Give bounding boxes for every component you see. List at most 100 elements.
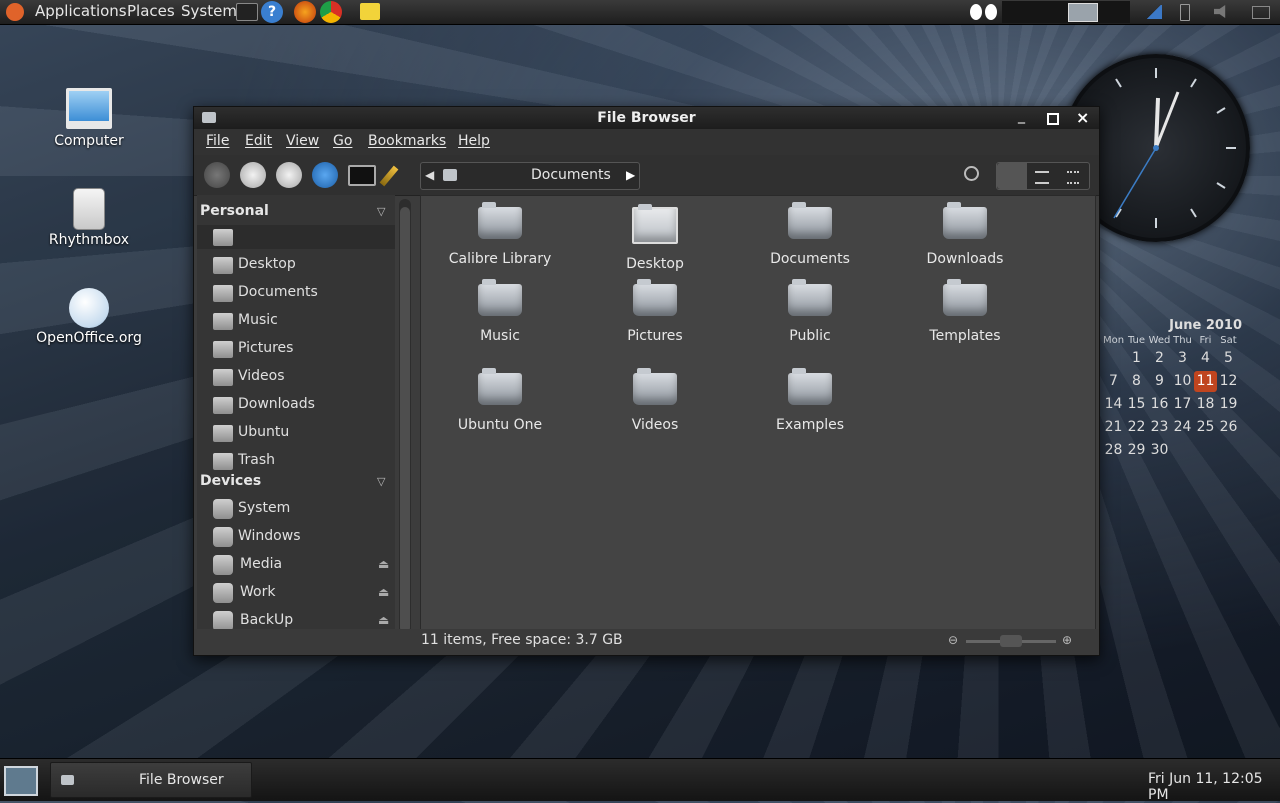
- menu-bookmarks[interactable]: Bookmarks: [368, 133, 446, 149]
- icon-view-icon[interactable]: [997, 163, 1027, 189]
- calendar-day[interactable]: 21: [1102, 417, 1125, 438]
- calendar-day[interactable]: 26: [1217, 417, 1240, 438]
- path-left-arrow-icon[interactable]: ◀: [425, 168, 434, 182]
- calendar-day[interactable]: 19: [1217, 394, 1240, 415]
- desktop-icon-openoffice[interactable]: OpenOffice.org: [29, 288, 149, 346]
- calendar-day[interactable]: 30: [1148, 440, 1171, 461]
- path-right-arrow-icon[interactable]: ▶: [626, 168, 635, 182]
- sidebar-header-devices[interactable]: Devices: [200, 473, 261, 489]
- calendar-day[interactable]: [1217, 440, 1240, 461]
- ubuntu-logo-icon[interactable]: [6, 3, 24, 21]
- sidebar-device-media[interactable]: Media ⏏: [197, 553, 395, 577]
- calendar-day[interactable]: 18: [1194, 394, 1217, 415]
- panel-clock[interactable]: Fri Jun 11, 12:05 PM: [1148, 771, 1280, 803]
- notes-icon[interactable]: [360, 3, 380, 20]
- sidebar-device-windows[interactable]: Windows: [197, 525, 395, 549]
- sidebar-item-videos[interactable]: Videos: [197, 365, 395, 389]
- computer-icon[interactable]: [348, 165, 376, 186]
- menu-edit[interactable]: Edit: [245, 133, 272, 149]
- calendar-day[interactable]: 22: [1125, 417, 1148, 438]
- zoom-in-icon[interactable]: ⊕: [1062, 633, 1072, 647]
- calendar-day[interactable]: 4: [1194, 348, 1217, 369]
- file-item-calibre-library[interactable]: Calibre Library: [440, 202, 560, 267]
- calendar-day[interactable]: [1102, 348, 1125, 369]
- collapse-icon[interactable]: ▽: [377, 475, 385, 488]
- calendar-day[interactable]: 16: [1148, 394, 1171, 415]
- file-item-examples[interactable]: Examples: [750, 368, 870, 433]
- monitor-icon[interactable]: [236, 3, 258, 21]
- network-signal-icon[interactable]: [1146, 5, 1162, 19]
- path-current[interactable]: Documents: [531, 167, 611, 183]
- file-item-music[interactable]: Music: [440, 279, 560, 344]
- firefox-icon[interactable]: [294, 1, 316, 23]
- calendar-day[interactable]: 15: [1125, 394, 1148, 415]
- zoom-slider-thumb[interactable]: [1000, 635, 1022, 647]
- calendar-day[interactable]: 5: [1217, 348, 1240, 369]
- chrome-icon[interactable]: [320, 1, 342, 23]
- menu-applications[interactable]: Applications: [35, 2, 127, 20]
- workspace-active[interactable]: [1068, 3, 1098, 22]
- file-item-desktop[interactable]: Desktop: [595, 204, 715, 272]
- calendar-day[interactable]: [1194, 440, 1217, 461]
- calendar-day[interactable]: [1171, 440, 1194, 461]
- file-item-ubuntu-one[interactable]: Ubuntu One: [440, 368, 560, 433]
- eject-icon[interactable]: ⏏: [378, 613, 389, 627]
- minimize-icon[interactable]: _: [1018, 109, 1025, 123]
- reload-icon[interactable]: [312, 162, 338, 188]
- zoom-out-icon[interactable]: ⊖: [948, 633, 958, 647]
- view-switcher[interactable]: [996, 162, 1090, 190]
- workspace-switcher[interactable]: [1002, 1, 1130, 23]
- calendar-day[interactable]: 7: [1102, 371, 1125, 392]
- sidebar-device-system[interactable]: System: [197, 497, 395, 521]
- eject-icon[interactable]: ⏏: [378, 585, 389, 599]
- calendar-day[interactable]: 9: [1148, 371, 1171, 392]
- volume-icon[interactable]: [1214, 5, 1226, 18]
- back-icon[interactable]: [204, 162, 230, 188]
- help-icon[interactable]: ?: [261, 1, 283, 23]
- maximize-icon[interactable]: [1047, 113, 1059, 125]
- list-view-icon[interactable]: [1035, 171, 1049, 184]
- calendar-day[interactable]: 29: [1125, 440, 1148, 461]
- show-desktop-icon[interactable]: [4, 766, 38, 796]
- close-icon[interactable]: ×: [1076, 108, 1089, 127]
- calendar-day[interactable]: 24: [1171, 417, 1194, 438]
- collapse-icon[interactable]: ▽: [377, 205, 385, 218]
- calendar-day[interactable]: 8: [1125, 371, 1148, 392]
- eject-icon[interactable]: ⏏: [378, 557, 389, 571]
- sidebar-item-desktop[interactable]: Desktop: [197, 253, 395, 277]
- file-item-templates[interactable]: Templates: [905, 279, 1025, 344]
- sidebar-item-ubuntu[interactable]: Ubuntu: [197, 421, 395, 445]
- calendar-day[interactable]: 23: [1148, 417, 1171, 438]
- forward-icon[interactable]: [240, 162, 266, 188]
- search-icon[interactable]: [964, 166, 979, 181]
- file-item-documents[interactable]: Documents: [750, 202, 870, 267]
- menu-help[interactable]: Help: [458, 133, 490, 149]
- title-bar[interactable]: File Browser _ ×: [194, 107, 1099, 129]
- calendar-day[interactable]: 12: [1217, 371, 1240, 392]
- mail-icon[interactable]: [1252, 6, 1270, 19]
- calendar-day[interactable]: 17: [1171, 394, 1194, 415]
- sidebar-item-trash[interactable]: Trash: [197, 449, 395, 473]
- file-item-pictures[interactable]: Pictures: [595, 279, 715, 344]
- desktop-icon-computer[interactable]: Computer: [29, 88, 149, 149]
- file-item-videos[interactable]: Videos: [595, 368, 715, 433]
- desktop-icon-rhythmbox[interactable]: Rhythmbox: [29, 188, 149, 248]
- calendar-day-today[interactable]: 11: [1194, 371, 1217, 392]
- home-icon[interactable]: [443, 169, 457, 181]
- calendar-day[interactable]: 25: [1194, 417, 1217, 438]
- menu-places[interactable]: Places: [127, 2, 175, 20]
- menu-go[interactable]: Go: [333, 133, 352, 149]
- menu-file[interactable]: File: [206, 133, 229, 149]
- calendar-day[interactable]: 1: [1125, 348, 1148, 369]
- taskbar-window-button[interactable]: File Browser: [50, 762, 252, 798]
- sidebar-item-home[interactable]: [197, 225, 395, 249]
- sidebar-header-personal[interactable]: Personal: [200, 203, 269, 219]
- sidebar-item-pictures[interactable]: Pictures: [197, 337, 395, 361]
- calendar-day[interactable]: 10: [1171, 371, 1194, 392]
- menu-system[interactable]: System: [181, 2, 237, 20]
- sidebar-device-work[interactable]: Work ⏏: [197, 581, 395, 605]
- sidebar-item-documents[interactable]: Documents: [197, 281, 395, 305]
- menu-view[interactable]: View: [286, 133, 319, 149]
- scrollbar-thumb[interactable]: [400, 207, 410, 633]
- sidebar-item-music[interactable]: Music: [197, 309, 395, 333]
